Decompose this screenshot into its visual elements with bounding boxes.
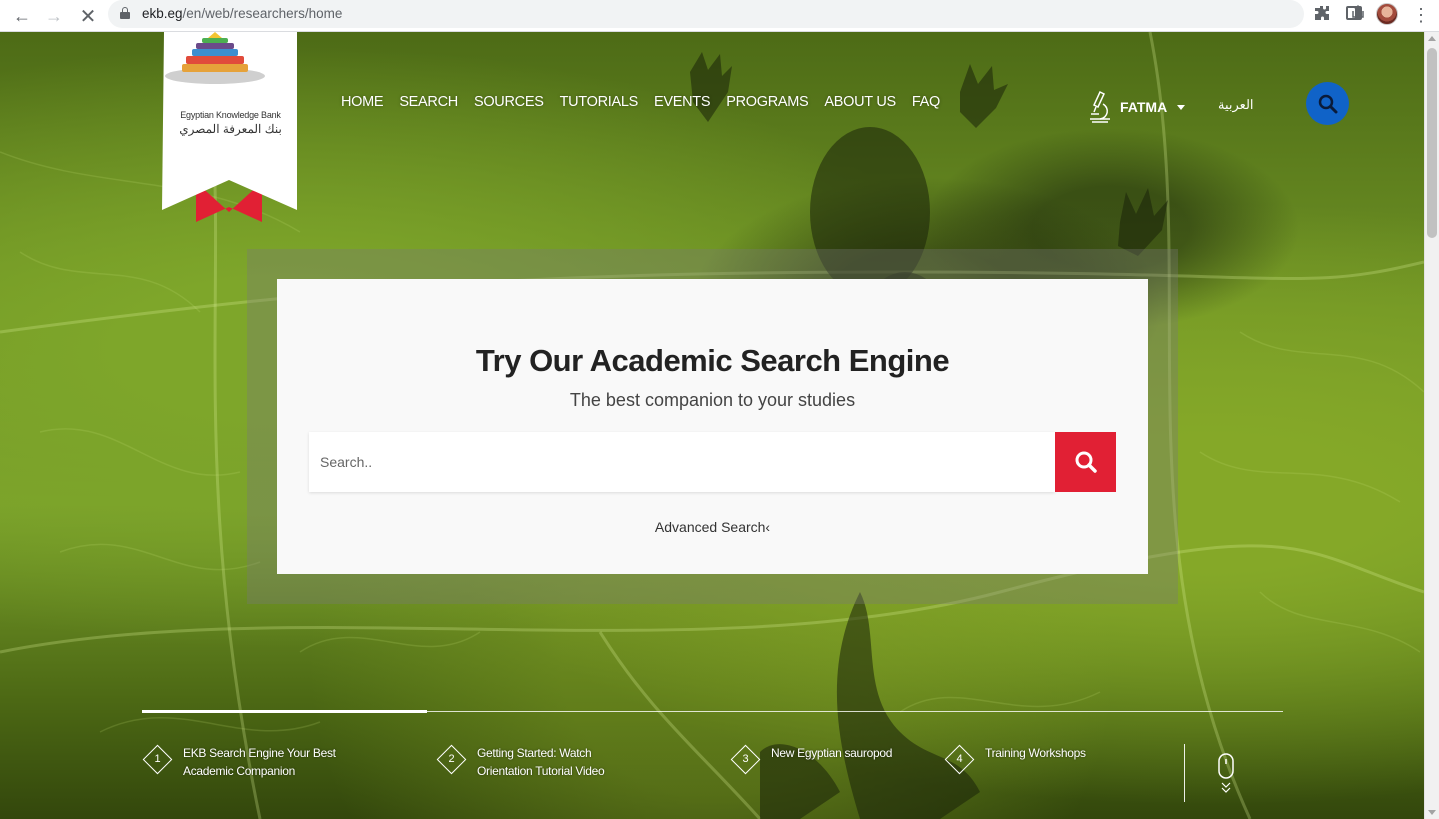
search-input[interactable] — [309, 432, 1055, 492]
academic-search-panel: Try Our Academic Search Engine The best … — [277, 279, 1148, 574]
side-panel-icon[interactable] — [1346, 6, 1362, 20]
search-subtitle: The best companion to your studies — [569, 390, 856, 410]
lock-icon[interactable] — [120, 7, 130, 19]
nav-events[interactable]: EVENTS — [654, 94, 711, 110]
slide-tab-2[interactable]: 2 Getting Started: Watch Orientation Tut… — [436, 744, 627, 780]
slide-label: EKB Search Engine Your Best Academic Com… — [183, 746, 336, 778]
slide-number-badge: 3 — [730, 744, 761, 775]
scroll-up-arrow-icon[interactable] — [1428, 36, 1436, 41]
slide-label: Getting Started: Watch Orientation Tutor… — [477, 746, 605, 778]
slide-tab-3[interactable]: 3 New Egyptian sauropod — [730, 744, 892, 775]
nav-home[interactable]: HOME — [341, 94, 384, 110]
microscope-icon — [1090, 90, 1110, 123]
scroll-down-mouse-icon[interactable] — [1214, 752, 1238, 796]
main-navigation: HOME SEARCH SOURCES TUTORIALS EVENTS PRO… — [341, 94, 940, 110]
search-icon — [1318, 94, 1337, 113]
url-text[interactable]: ekb.eg/en/web/researchers/home — [142, 6, 342, 21]
hero-section: Egyptian Knowledge Bank بنك المعرفة المص… — [0, 32, 1424, 819]
url-path: /en/web/researchers/home — [182, 6, 343, 21]
extensions-puzzle-icon[interactable] — [1312, 5, 1332, 25]
slide-number: 3 — [742, 753, 749, 765]
header-search-button[interactable] — [1306, 82, 1349, 125]
logo-name-arabic: بنك المعرفة المصري — [179, 122, 282, 136]
nav-about-us[interactable]: ABOUT US — [824, 94, 896, 110]
language-switch-arabic[interactable]: العربية — [1218, 97, 1254, 113]
scroll-down-arrow-icon[interactable] — [1428, 810, 1436, 815]
browser-toolbar: ← → ✕ ekb.eg/en/web/researchers/home ☆ ⋮ — [0, 0, 1439, 32]
search-icon — [1075, 451, 1097, 473]
nav-sources[interactable]: SOURCES — [474, 94, 544, 110]
kebab-menu-icon[interactable]: ⋮ — [1412, 4, 1430, 26]
slider-progress-bar — [142, 710, 428, 713]
user-name: FATMA — [1120, 99, 1168, 115]
address-bar[interactable]: ekb.eg/en/web/researchers/home ☆ — [108, 0, 1397, 28]
back-arrow-icon[interactable]: ← — [10, 4, 34, 28]
search-title: Try Our Academic Search Engine — [475, 343, 950, 378]
slide-number: 4 — [956, 753, 963, 765]
advanced-search-link[interactable]: Advanced Search‹ — [277, 519, 1148, 535]
slide-number: 1 — [154, 753, 161, 765]
nav-search[interactable]: SEARCH — [399, 94, 458, 110]
page-scrollbar[interactable] — [1424, 32, 1439, 819]
slide-tab-1[interactable]: 1 EKB Search Engine Your Best Academic C… — [142, 744, 343, 780]
nav-tutorials[interactable]: TUTORIALS — [560, 94, 639, 110]
user-menu-dropdown[interactable]: FATMA — [1088, 90, 1186, 124]
nav-faq[interactable]: FAQ — [912, 94, 940, 110]
url-host: ekb.eg — [142, 6, 183, 21]
stop-loading-icon[interactable]: ✕ — [76, 4, 100, 28]
slide-number-badge: 2 — [436, 744, 467, 775]
books-pyramid-icon — [165, 32, 265, 84]
slide-label: New Egyptian sauropod — [771, 746, 893, 760]
slide-number-badge: 4 — [944, 744, 975, 775]
forward-arrow-icon[interactable]: → — [42, 4, 66, 28]
logo-name-english: Egyptian Knowledge Bank — [180, 110, 281, 120]
slide-tab-4[interactable]: 4 Training Workshops — [944, 744, 1086, 775]
caret-down-icon — [1177, 104, 1186, 110]
slide-number: 2 — [448, 753, 455, 765]
slide-label: Training Workshops — [985, 746, 1086, 760]
scrollbar-thumb[interactable] — [1427, 48, 1437, 238]
divider — [1184, 744, 1185, 802]
search-submit-button[interactable] — [1055, 432, 1116, 492]
ekb-logo[interactable]: Egyptian Knowledge Bank بنك المعرفة المص… — [162, 32, 299, 222]
slide-number-badge: 1 — [142, 744, 173, 775]
nav-programs[interactable]: PROGRAMS — [726, 94, 809, 110]
profile-avatar[interactable] — [1376, 3, 1398, 25]
